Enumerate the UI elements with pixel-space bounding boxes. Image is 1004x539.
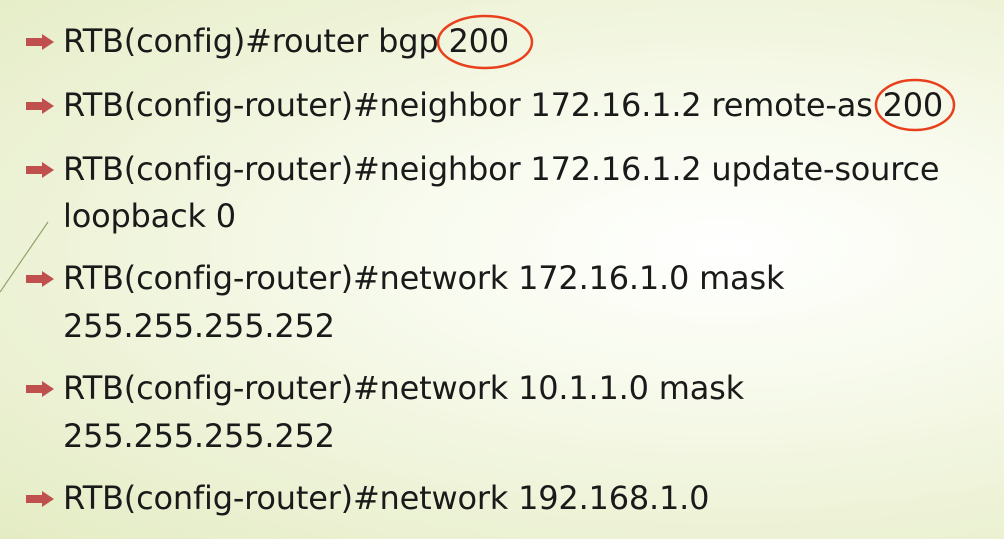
right-arrow-bullet-icon <box>26 381 54 397</box>
bullet-text-line-2: 255.255.255.252 <box>63 417 335 455</box>
right-arrow-bullet-icon <box>26 491 54 507</box>
bullet-text-line-1: RTB(config-router)#network 10.1.1.0 mask <box>63 369 744 407</box>
right-arrow-bullet-icon <box>26 98 54 114</box>
bullet-list: RTB(config)#router bgp 200 RTB(config-ro… <box>0 0 1004 539</box>
bullet-text-line-1: RTB(config-router)#neighbor 172.16.1.2 u… <box>63 150 940 188</box>
bullet-text: RTB(config)#router bgp 200 <box>63 14 1003 70</box>
right-arrow-bullet-icon <box>26 162 54 178</box>
bullet-text-line-2: loopback 0 <box>63 197 236 235</box>
command-text: RTB(config-router)#neighbor 172.16.1.2 r… <box>63 86 883 124</box>
highlighted-as-number: 200 <box>874 78 955 132</box>
bullet-text-line-1: RTB(config-router)#network 192.168.1.0 <box>63 479 710 517</box>
right-arrow-bullet-icon <box>26 271 54 287</box>
bullet-text: RTB(config-router)#neighbor 172.16.1.2 r… <box>63 78 1003 132</box>
bullet-text-line-2: 255.255.255.252 <box>63 307 335 345</box>
command-text: RTB(config)#router bgp <box>63 22 449 60</box>
bullet-text-line-1: RTB(config-router)#network 172.16.1.0 ma… <box>63 259 785 297</box>
highlighted-as-number: 200 <box>436 14 533 70</box>
right-arrow-bullet-icon <box>26 34 54 50</box>
